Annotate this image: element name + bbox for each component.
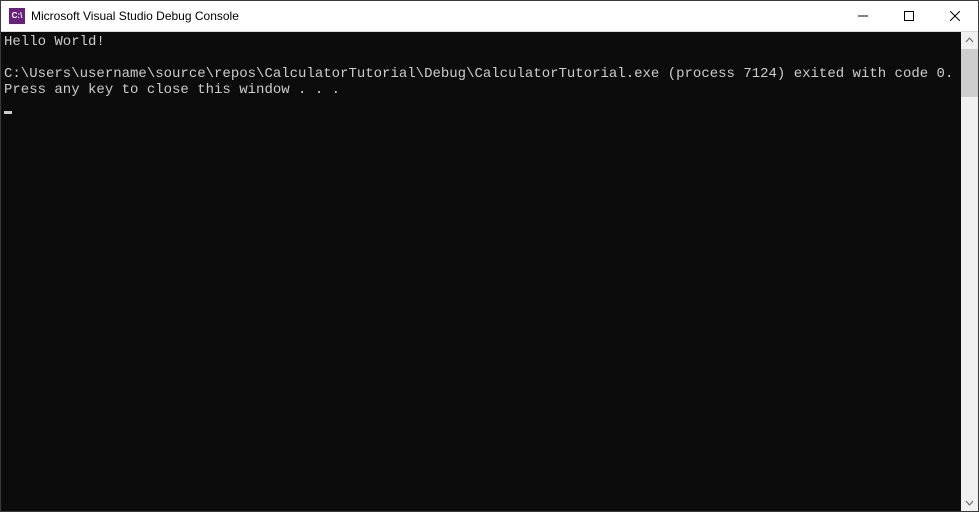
console-output[interactable]: Hello World! C:\Users\username\source\re… (1, 32, 961, 511)
vertical-scrollbar[interactable] (961, 32, 978, 511)
console-line: C:\Users\username\source\repos\Calculato… (4, 66, 953, 82)
console-line: Hello World! (4, 34, 105, 50)
close-button[interactable] (932, 1, 978, 31)
console-wrap: Hello World! C:\Users\username\source\re… (1, 32, 978, 511)
minimize-button[interactable] (840, 1, 886, 31)
maximize-button[interactable] (886, 1, 932, 31)
cursor (4, 111, 12, 114)
chevron-down-icon (965, 498, 974, 507)
scroll-down-button[interactable] (961, 494, 978, 511)
window-controls (840, 1, 978, 31)
app-icon: C:\ (9, 8, 25, 24)
console-line: Press any key to close this window . . . (4, 82, 340, 98)
chevron-up-icon (965, 36, 974, 45)
scroll-thumb[interactable] (961, 49, 978, 97)
scroll-up-button[interactable] (961, 32, 978, 49)
titlebar[interactable]: C:\ Microsoft Visual Studio Debug Consol… (1, 1, 978, 32)
close-icon (950, 11, 960, 21)
window-title: Microsoft Visual Studio Debug Console (31, 9, 239, 23)
maximize-icon (904, 11, 914, 21)
scroll-track[interactable] (961, 49, 978, 494)
minimize-icon (858, 11, 868, 21)
window: C:\ Microsoft Visual Studio Debug Consol… (0, 0, 979, 512)
